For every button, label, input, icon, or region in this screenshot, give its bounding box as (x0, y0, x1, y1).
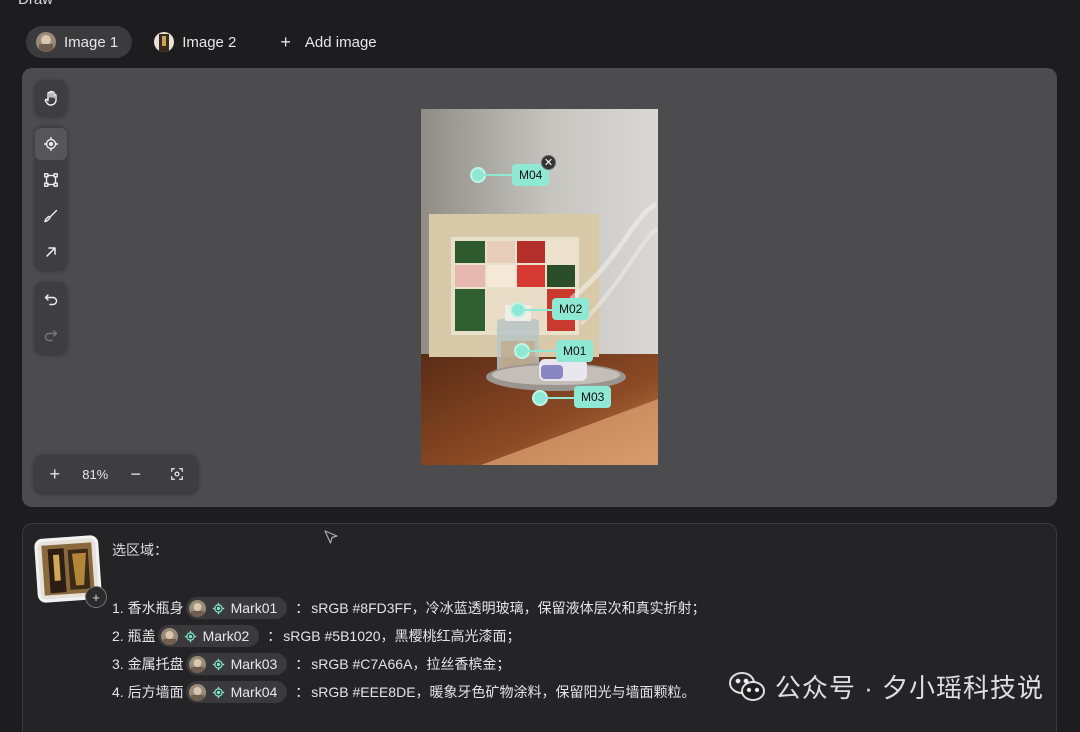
fit-screen-button[interactable] (163, 467, 191, 481)
prompt-line-4: 4. 后方墙面 Mark04 ： sRGB #EEE8DE，暖象牙色矿物涂料，保留… (112, 678, 706, 706)
toolbar-pan-group (35, 80, 67, 116)
tab-image-2-label: Image 2 (182, 33, 237, 51)
separator: ： (267, 628, 282, 644)
add-reference-button[interactable]: + (85, 586, 107, 608)
hand-tool-button[interactable] (35, 82, 67, 114)
mark-chip-01[interactable]: Mark01 (185, 597, 288, 619)
target-icon (212, 686, 225, 699)
item-subject: 后方墙面 (127, 684, 184, 700)
crop-icon (44, 173, 58, 187)
mark-chip-avatar (188, 599, 206, 617)
fit-screen-icon (171, 468, 184, 480)
add-image-label: Add image (304, 33, 377, 51)
arrow-tool-button[interactable] (35, 236, 67, 268)
canvas-panel[interactable]: M04 ✕ M02 M01 M03 + 81% − (22, 68, 1057, 507)
tab-image-1-label: Image 1 (64, 33, 119, 51)
marker-m02-line (524, 309, 554, 311)
edited-photo[interactable] (421, 109, 658, 465)
mark-chip-avatar (188, 655, 206, 673)
mark-chip-02[interactable]: Mark02 (157, 625, 260, 647)
prompt-heading: 选区域： (112, 542, 168, 558)
add-image-button[interactable]: + Add image (280, 33, 376, 51)
marker-m01-line (528, 350, 558, 352)
image-1-thumbnail (36, 32, 56, 52)
zoom-in-button[interactable]: + (41, 464, 69, 485)
mark-chip-label: Mark03 (230, 656, 278, 672)
photo-artwork (421, 109, 658, 465)
item-index: 1. (112, 600, 124, 616)
crop-tool-button[interactable] (35, 164, 67, 196)
zoom-level: 81% (82, 466, 109, 482)
redo-icon (44, 330, 58, 342)
watermark: 公众号 · 夕小瑶科技说 (727, 668, 1044, 705)
item-description: sRGB #EEE8DE，暖象牙色矿物涂料，保留阳光与墙面颗粒。 (311, 684, 696, 700)
mark-chip-avatar (188, 683, 206, 701)
prompt-line-1: 1. 香水瓶身 Mark01 ： sRGB #8FD3FF，冷冰蓝透明玻璃，保留液… (112, 594, 706, 622)
image-tabs: Image 1 Image 2 + Add image (26, 26, 377, 58)
mark-chip-label: Mark01 (230, 600, 278, 616)
mark-chip-label: Mark02 (202, 628, 250, 644)
undo-icon (44, 294, 58, 306)
item-index: 4. (112, 684, 124, 700)
mark-chip-label: Mark04 (230, 684, 278, 700)
target-icon (44, 137, 58, 151)
mark-chip-03[interactable]: Mark03 (185, 653, 288, 675)
marker-m04-close-icon[interactable]: ✕ (541, 155, 556, 170)
item-subject: 金属托盘 (127, 656, 184, 672)
app-title: Draw (18, 0, 53, 8)
brush-tool-button[interactable] (35, 200, 67, 232)
separator: ： (295, 656, 310, 672)
plus-icon: + (280, 32, 291, 52)
item-description: sRGB #5B1020，黑樱桃红高光漆面； (283, 628, 521, 644)
prompt-line-3: 3. 金属托盘 Mark03 ： sRGB #C7A66A，拉丝香槟金； (112, 650, 706, 678)
watermark-text: 公众号 · 夕小瑶科技说 (774, 673, 1044, 703)
marker-m02-label[interactable]: M02 (552, 298, 590, 320)
target-tool-button[interactable] (35, 128, 67, 160)
wechat-icon (728, 671, 765, 701)
marker-m03-label[interactable]: M03 (574, 386, 612, 408)
zoom-controls: + 81% − (34, 455, 198, 493)
tab-image-1[interactable]: Image 1 (26, 26, 133, 58)
marker-m03-line (546, 397, 576, 399)
brush-icon (44, 209, 58, 223)
prompt-line-2: 2. 瓶盖 Mark02 ： sRGB #5B1020，黑樱桃红高光漆面； (112, 622, 706, 650)
cursor-arrow-icon (324, 530, 338, 544)
hand-icon (44, 90, 57, 106)
separator: ： (295, 684, 310, 700)
mark-chip-04[interactable]: Mark04 (185, 681, 288, 703)
item-description: sRGB #8FD3FF，冷冰蓝透明玻璃，保留液体层次和真实折射； (311, 600, 706, 616)
toolbar-history-group (35, 282, 67, 354)
item-description: sRGB #C7A66A，拉丝香槟金； (311, 656, 511, 672)
tab-image-2[interactable]: Image 2 (144, 26, 250, 58)
marker-m01-label[interactable]: M01 (556, 340, 594, 362)
item-index: 2. (112, 628, 124, 644)
item-subject: 香水瓶身 (127, 600, 184, 616)
target-icon (212, 602, 225, 615)
undo-button[interactable] (35, 284, 67, 316)
zoom-out-button[interactable]: − (122, 464, 150, 485)
item-subject: 瓶盖 (127, 628, 156, 644)
arrow-icon (46, 247, 56, 257)
mark-chip-avatar (160, 627, 178, 645)
toolbar-draw-group (35, 126, 67, 270)
target-icon (212, 658, 225, 671)
target-icon (184, 630, 197, 643)
marker-m04-line (484, 174, 514, 176)
separator: ： (295, 600, 310, 616)
image-2-thumbnail (154, 32, 175, 52)
item-index: 3. (112, 656, 124, 672)
redo-button[interactable] (35, 320, 67, 352)
prompt-list: 1. 香水瓶身 Mark01 ： sRGB #8FD3FF，冷冰蓝透明玻璃，保留液… (112, 594, 706, 706)
